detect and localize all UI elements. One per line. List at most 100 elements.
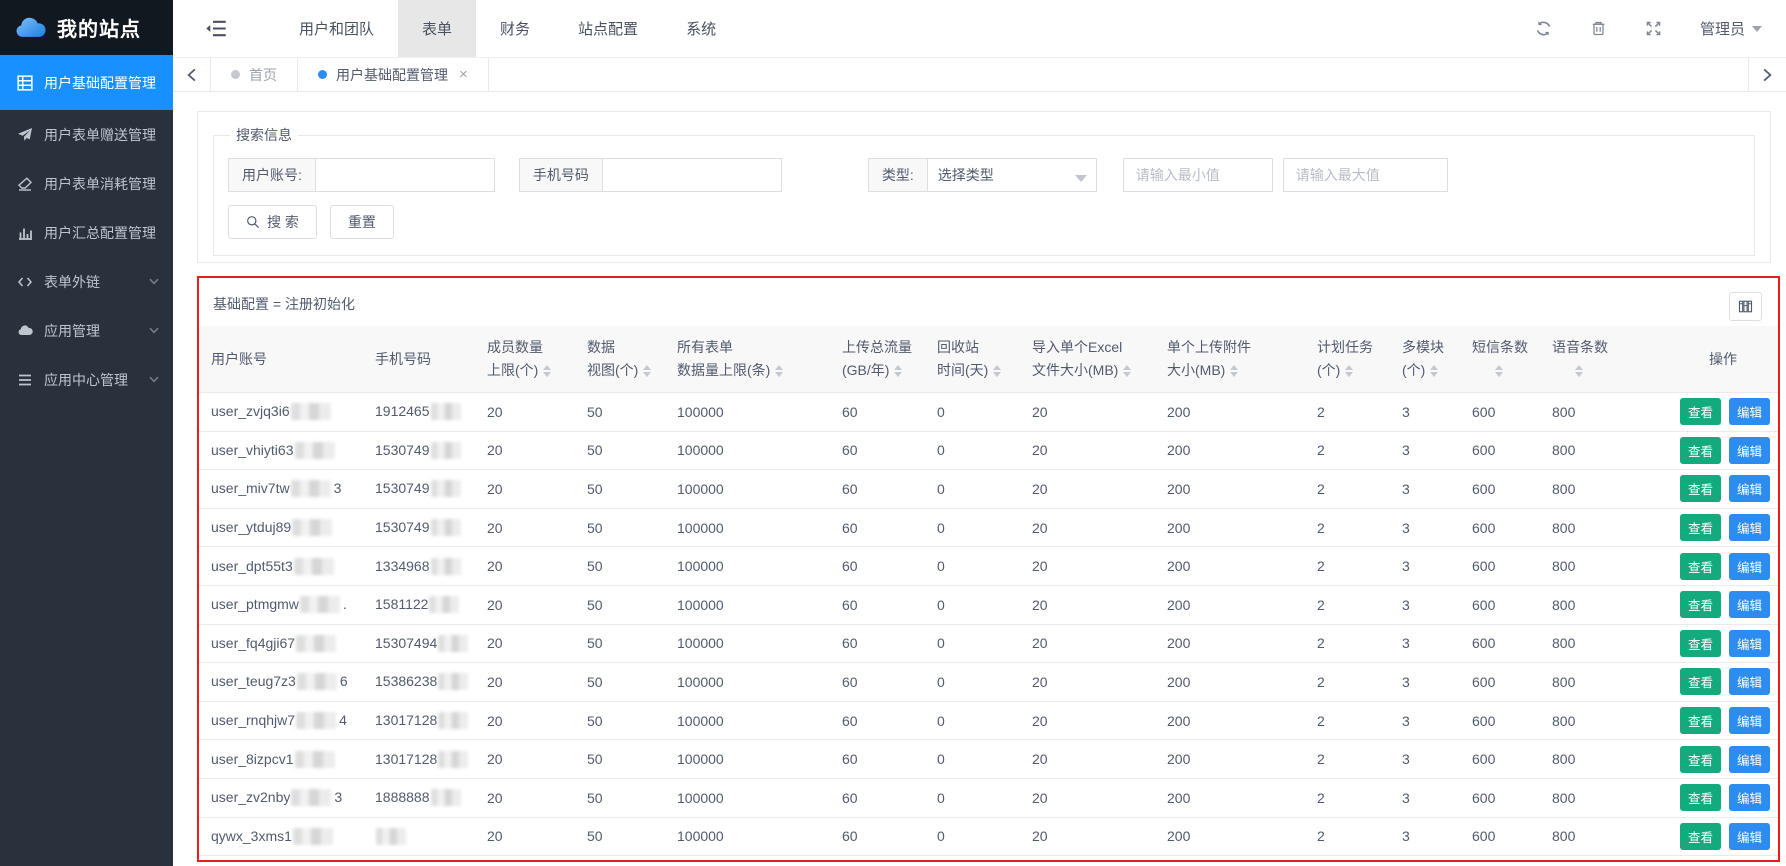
tab-user-base-config[interactable]: 用户基础配置管理 × [298,58,489,91]
sort-caret[interactable] [993,365,1001,377]
sidebar-collapse-icon[interactable] [205,0,229,57]
redacted-text [438,635,468,652]
nav-item-forms[interactable]: 表单 [398,0,476,57]
type-select[interactable]: 选择类型 [927,158,1097,192]
cell-attachment-size: 200 [1155,740,1305,779]
edit-button[interactable]: 编辑 [1729,591,1770,618]
view-button[interactable]: 查看 [1680,707,1721,734]
table-row: user_vhiyti63 1530749 20 50 100000 60 0 … [199,431,1778,470]
sort-caret[interactable] [775,365,783,377]
min-value-input[interactable] [1123,158,1273,192]
table-row: user_zvjq3i6 1912465 20 50 100000 60 0 2… [199,393,1778,432]
sort-caret[interactable] [1123,365,1131,377]
sort-caret[interactable] [643,365,651,377]
edit-button[interactable]: 编辑 [1729,398,1770,425]
search-panel: 搜索信息 用户账号: 手机号码 类型: [197,111,1771,263]
cell-data-views: 50 [575,701,665,740]
sidebar: 我的站点 用户基础配置管理 用户表单赠送管理 [0,0,173,866]
sidebar-item-app-center-management[interactable]: 应用中心管理 [0,355,173,404]
tabs-scroll-right-icon[interactable] [1748,58,1786,91]
user-menu[interactable]: 管理员 [1700,18,1762,39]
tabbar-spacer [489,58,1748,91]
cell-multi-module: 3 [1390,508,1460,547]
edit-button[interactable]: 编辑 [1729,707,1770,734]
tab-home[interactable]: 首页 [211,58,298,91]
search-button[interactable]: 搜 索 [228,205,317,239]
cell-data-views: 50 [575,508,665,547]
sort-caret[interactable] [894,365,902,377]
edit-button[interactable]: 编辑 [1729,784,1770,811]
nav-item-site-config[interactable]: 站点配置 [554,0,662,57]
cell-data-views: 50 [575,470,665,509]
tabs-scroll-left-icon[interactable] [173,58,211,91]
cell-recycle-days: 0 [925,585,1020,624]
view-button[interactable]: 查看 [1680,668,1721,695]
column-settings-button[interactable] [1729,292,1762,321]
view-button[interactable]: 查看 [1680,437,1721,464]
sidebar-item-form-external-link[interactable]: 表单外链 [0,257,173,306]
view-button[interactable]: 查看 [1680,823,1721,850]
sort-caret[interactable] [1230,365,1238,377]
edit-button[interactable]: 编辑 [1729,746,1770,773]
edit-button[interactable]: 编辑 [1729,823,1770,850]
sort-caret[interactable] [1575,365,1583,377]
redacted-text [438,673,468,690]
sort-caret[interactable] [1430,365,1438,377]
view-button[interactable]: 查看 [1680,398,1721,425]
account-input[interactable] [315,158,495,192]
max-value-input[interactable] [1283,158,1448,192]
view-button[interactable]: 查看 [1680,553,1721,580]
sort-caret[interactable] [1345,365,1353,377]
edit-button[interactable]: 编辑 [1729,630,1770,657]
cell-excel-size: 20 [1020,817,1155,856]
trash-icon[interactable] [1590,20,1607,37]
sort-caret[interactable] [1495,365,1503,377]
chevron-down-icon [149,376,159,383]
redacted-text [431,558,461,575]
redacted-text [431,789,461,806]
view-button[interactable]: 查看 [1680,514,1721,541]
col-form-data-limit: 所有表单 数据量上限(条) [665,326,830,393]
cell-form-data-limit: 100000 [665,778,830,817]
phone-input[interactable] [602,158,782,192]
nav-item-system[interactable]: 系统 [662,0,740,57]
view-button[interactable]: 查看 [1680,746,1721,773]
cell-scheduled-tasks: 2 [1305,431,1390,470]
redacted-text [295,442,335,459]
cell-sms-count: 600 [1460,508,1540,547]
tab-close-icon[interactable]: × [459,67,468,82]
sidebar-item-app-management[interactable]: 应用管理 [0,306,173,355]
view-button[interactable]: 查看 [1680,784,1721,811]
redacted-text [431,519,461,536]
fullscreen-icon[interactable] [1645,20,1662,37]
edit-button[interactable]: 编辑 [1729,437,1770,464]
refresh-icon[interactable] [1535,20,1552,37]
edit-button[interactable]: 编辑 [1729,668,1770,695]
sidebar-item-form-gift[interactable]: 用户表单赠送管理 [0,110,173,159]
edit-button[interactable]: 编辑 [1729,475,1770,502]
view-button[interactable]: 查看 [1680,475,1721,502]
chevron-down-icon [149,327,159,334]
config-table: 用户账号 手机号码 成员数量 上限(个) 数据 视图(个) 所 [199,326,1778,856]
view-button[interactable]: 查看 [1680,630,1721,657]
cell-scheduled-tasks: 2 [1305,508,1390,547]
form-grid-icon [17,75,33,91]
sidebar-item-user-base-config[interactable]: 用户基础配置管理 [0,55,173,110]
nav-item-finance[interactable]: 财务 [476,0,554,57]
reset-button[interactable]: 重置 [330,205,394,239]
cell-actions: 查看编辑 [1668,701,1778,740]
nav-item-users-teams[interactable]: 用户和团队 [275,0,398,57]
sidebar-item-user-summary-config[interactable]: 用户汇总配置管理 [0,208,173,257]
edit-button[interactable]: 编辑 [1729,514,1770,541]
view-button[interactable]: 查看 [1680,591,1721,618]
search-form-row: 用户账号: 手机号码 类型: 选择类型 [228,158,1740,192]
sidebar-item-form-consume[interactable]: 用户表单消耗管理 [0,159,173,208]
cell-actions: 查看编辑 [1668,778,1778,817]
cell-multi-module: 3 [1390,740,1460,779]
table-row: user_miv7tw3 1530749 20 50 100000 60 0 2… [199,470,1778,509]
edit-button[interactable]: 编辑 [1729,553,1770,580]
cell-upload-traffic: 60 [830,701,925,740]
cell-account: user_zv2nby3 [199,778,363,817]
sort-caret[interactable] [543,365,551,377]
cell-account: user_vhiyti63 [199,431,363,470]
